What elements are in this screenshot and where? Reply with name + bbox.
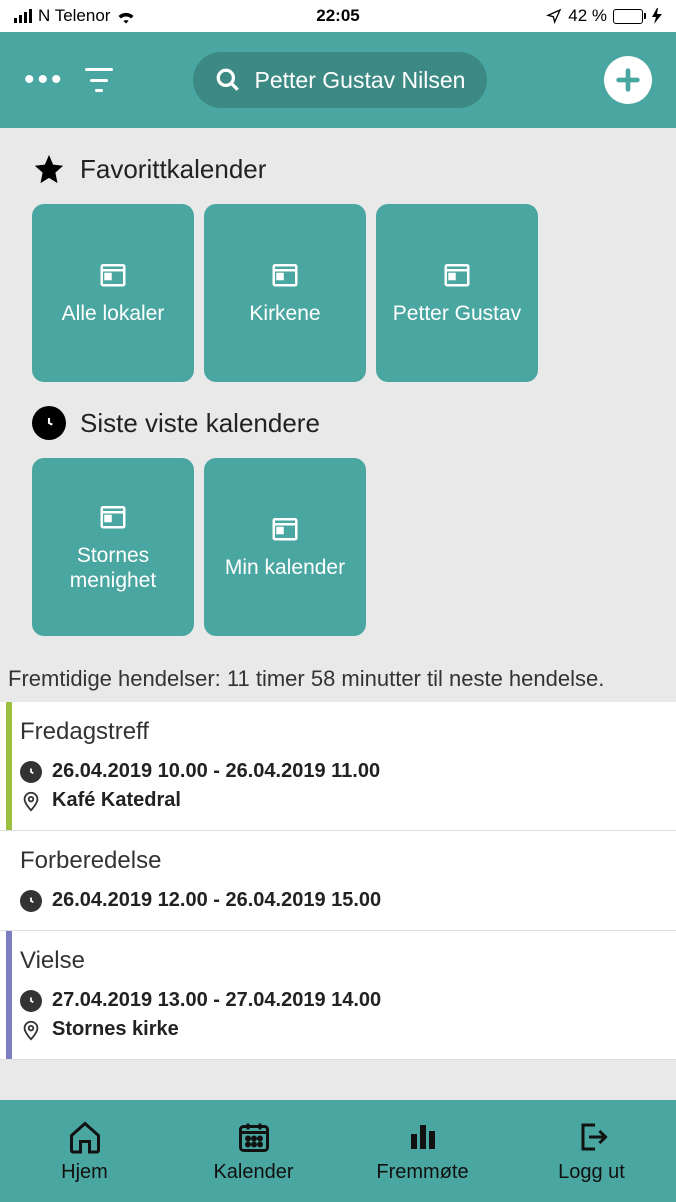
- wifi-icon: [116, 8, 136, 24]
- calendar-icon: [98, 259, 128, 289]
- recent-tile[interactable]: Min kalender: [204, 458, 366, 636]
- event-item[interactable]: Vielse 27.04.2019 13.00 - 27.04.2019 14.…: [0, 931, 676, 1060]
- nav-calendar[interactable]: Kalender: [169, 1100, 338, 1202]
- nav-label: Fremmøte: [376, 1161, 468, 1184]
- clock-icon: [20, 761, 42, 783]
- status-right: 42 %: [546, 6, 662, 26]
- status-left: N Telenor: [14, 6, 136, 26]
- status-bar: N Telenor 22:05 42 %: [0, 0, 676, 32]
- favorites-header: Favorittkalender: [0, 152, 676, 204]
- favorite-tile[interactable]: Petter Gustav: [376, 204, 538, 382]
- search-icon: [215, 67, 241, 93]
- nav-home[interactable]: Hjem: [0, 1100, 169, 1202]
- event-item[interactable]: Fredagstreff 26.04.2019 10.00 - 26.04.20…: [0, 702, 676, 831]
- event-title: Forberedelse: [20, 847, 658, 875]
- recent-header: Siste viste kalendere: [0, 406, 676, 458]
- favorites-row: Alle lokaler Kirkene Petter Gustav: [0, 204, 676, 406]
- nav-attendance[interactable]: Fremmøte: [338, 1100, 507, 1202]
- clock-icon: [32, 406, 66, 440]
- search-pill[interactable]: Petter Gustav Nilsen: [193, 52, 488, 108]
- tile-label: Alle lokaler: [62, 301, 165, 326]
- pin-icon: [20, 1019, 42, 1041]
- location-arrow-icon: [546, 8, 562, 24]
- logout-icon: [574, 1119, 610, 1155]
- recent-title: Siste viste kalendere: [80, 408, 320, 439]
- status-time: 22:05: [316, 6, 359, 26]
- recent-tile[interactable]: Stornes menighet: [32, 458, 194, 636]
- add-button[interactable]: [604, 56, 652, 104]
- battery-pct: 42 %: [568, 6, 607, 26]
- plus-icon: [614, 66, 642, 94]
- carrier-label: N Telenor: [38, 6, 110, 26]
- nav-logout[interactable]: Logg ut: [507, 1100, 676, 1202]
- event-item[interactable]: Forberedelse 26.04.2019 12.00 - 26.04.20…: [0, 831, 676, 931]
- event-time: 26.04.2019 10.00 - 26.04.2019 11.00: [52, 760, 380, 783]
- event-time: 26.04.2019 12.00 - 26.04.2019 15.00: [52, 889, 381, 912]
- nav-label: Logg ut: [558, 1161, 625, 1184]
- bottom-nav: Hjem Kalender Fremmøte Logg ut: [0, 1100, 676, 1202]
- events-header: Fremtidige hendelser: 11 timer 58 minutt…: [0, 660, 676, 702]
- home-icon: [67, 1119, 103, 1155]
- event-time: 27.04.2019 13.00 - 27.04.2019 14.00: [52, 989, 381, 1012]
- pin-icon: [20, 790, 42, 812]
- event-location: Stornes kirke: [52, 1018, 179, 1041]
- star-icon: [32, 152, 66, 186]
- event-title: Vielse: [20, 947, 658, 975]
- calendar-icon: [236, 1119, 272, 1155]
- clock-icon: [20, 890, 42, 912]
- clock-icon: [20, 990, 42, 1012]
- battery-icon: [613, 9, 646, 24]
- tile-label: Min kalender: [225, 555, 345, 580]
- signal-icon: [14, 9, 32, 23]
- event-location: Kafé Katedral: [52, 789, 181, 812]
- calendar-icon: [98, 501, 128, 531]
- event-time-row: 26.04.2019 12.00 - 26.04.2019 15.00: [20, 889, 658, 912]
- favorites-title: Favorittkalender: [80, 154, 266, 185]
- event-location-row: Stornes kirke: [20, 1018, 658, 1041]
- search-text: Petter Gustav Nilsen: [255, 67, 466, 94]
- nav-label: Hjem: [61, 1161, 108, 1184]
- recent-row: Stornes menighet Min kalender: [0, 458, 676, 660]
- event-time-row: 27.04.2019 13.00 - 27.04.2019 14.00: [20, 989, 658, 1012]
- filter-icon[interactable]: [85, 68, 113, 92]
- event-location-row: Kafé Katedral: [20, 789, 658, 812]
- event-title: Fredagstreff: [20, 718, 658, 746]
- favorite-tile[interactable]: Kirkene: [204, 204, 366, 382]
- more-icon[interactable]: •••: [24, 65, 65, 95]
- event-time-row: 26.04.2019 10.00 - 26.04.2019 11.00: [20, 760, 658, 783]
- event-list: Fredagstreff 26.04.2019 10.00 - 26.04.20…: [0, 702, 676, 1060]
- bars-icon: [405, 1119, 441, 1155]
- calendar-icon: [270, 259, 300, 289]
- main-content: Favorittkalender Alle lokaler Kirkene Pe…: [0, 128, 676, 1060]
- app-header: ••• Petter Gustav Nilsen: [0, 32, 676, 128]
- tile-label: Petter Gustav: [393, 301, 521, 326]
- nav-label: Kalender: [213, 1161, 293, 1184]
- calendar-icon: [442, 259, 472, 289]
- calendar-icon: [270, 513, 300, 543]
- favorite-tile[interactable]: Alle lokaler: [32, 204, 194, 382]
- tile-label: Stornes menighet: [40, 543, 186, 593]
- tile-label: Kirkene: [249, 301, 320, 326]
- charging-icon: [652, 8, 662, 24]
